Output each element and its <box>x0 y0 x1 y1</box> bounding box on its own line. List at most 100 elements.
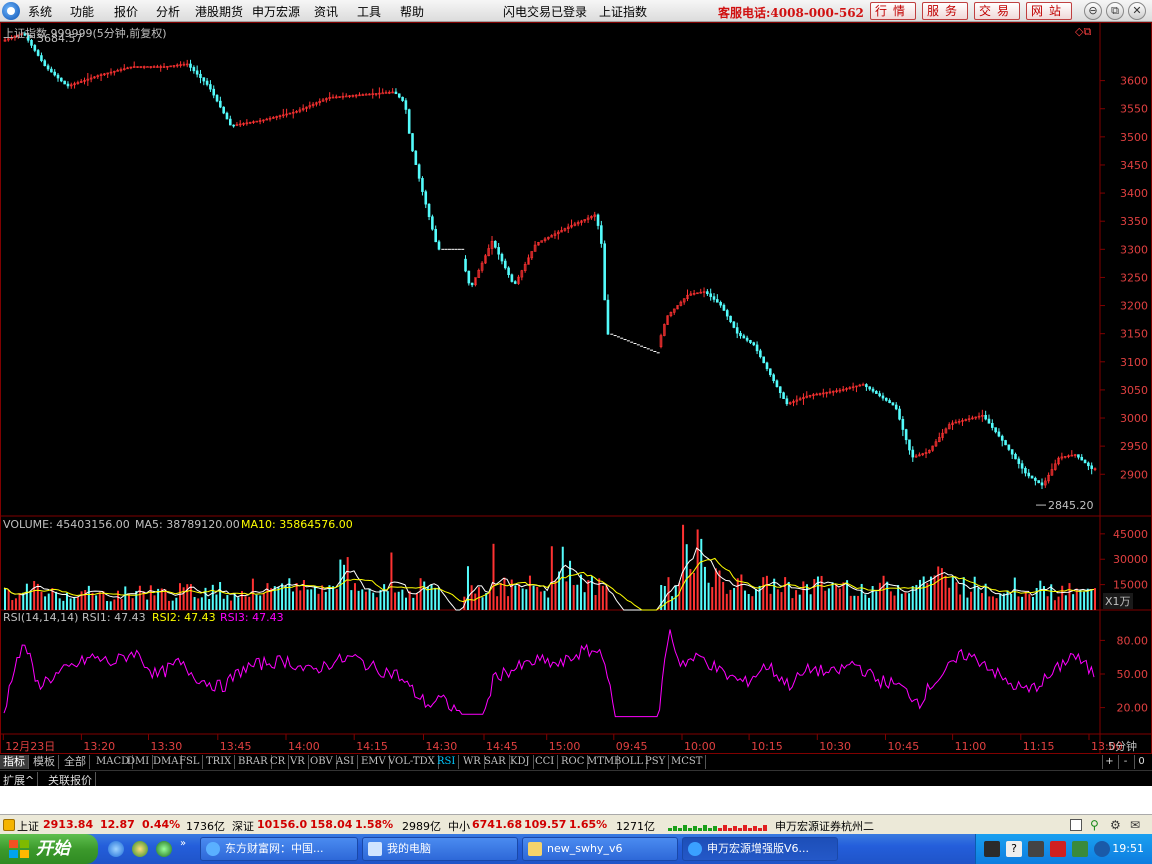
price-tick-label: 3500 <box>1120 131 1148 144</box>
menu-system[interactable]: 系统 <box>28 3 52 20</box>
price-tick-label: 3300 <box>1120 243 1148 256</box>
time-tick-label: 15:00 <box>549 740 581 753</box>
minimize-icon[interactable]: ⊖ <box>1084 2 1102 20</box>
volume-bar <box>1079 589 1082 610</box>
menu-function[interactable]: 功能 <box>70 3 94 20</box>
app-tray-icon[interactable] <box>1028 841 1044 857</box>
volume-bar <box>299 590 302 610</box>
volume-bar <box>76 597 79 610</box>
tab-indicator[interactable]: 指标 <box>0 755 29 769</box>
task-folder[interactable]: new_swhy_v6 <box>522 837 678 861</box>
menu-hk-futures[interactable]: 港股期货 <box>195 3 243 20</box>
candle-down <box>33 45 37 51</box>
breadth-bar <box>673 826 677 831</box>
tab-fsl[interactable]: FSL <box>176 755 204 769</box>
close-icon[interactable]: ✕ <box>1128 2 1146 20</box>
reset-indicator-button[interactable]: 0 <box>1134 755 1148 769</box>
remove-indicator-button[interactable]: - <box>1118 755 1132 769</box>
volume-bar <box>940 568 943 610</box>
candle-down <box>878 393 881 397</box>
breadth-bar <box>688 828 692 831</box>
tab-cr[interactable]: CR <box>267 755 290 769</box>
menu-tools[interactable]: 工具 <box>357 3 381 20</box>
candle-down <box>765 362 769 370</box>
volume-bar <box>197 598 200 610</box>
service-button[interactable]: 服务 <box>922 2 968 20</box>
volume-bar <box>951 576 954 610</box>
volume-bar <box>164 589 167 610</box>
volume-bar <box>955 582 958 610</box>
tab-vr[interactable]: VR <box>287 755 309 769</box>
candle-down <box>431 216 434 230</box>
settings-icon[interactable]: ⚙ <box>1110 818 1121 832</box>
volume-bar <box>583 592 586 610</box>
ie-quicklaunch-icon[interactable] <box>108 841 124 857</box>
time-tick-label: 11:15 <box>1023 740 1055 753</box>
volume-bar <box>1083 591 1086 610</box>
candle-down <box>778 386 782 393</box>
mail-icon[interactable]: ✉ <box>1130 818 1140 832</box>
volume-bar <box>204 587 207 610</box>
task-my-computer[interactable]: 我的电脑 <box>362 837 518 861</box>
restore-icon[interactable]: ⧉ <box>1106 2 1124 20</box>
volume-bar <box>776 589 779 610</box>
rsi-line <box>3 629 1095 718</box>
volume-ma5: MA5: 38789120.00 <box>135 518 240 531</box>
volume-bar <box>539 591 542 610</box>
volume-bar <box>313 585 316 610</box>
kline-chart[interactable]: 3600 3550 3500 3450 3400 3350 3300 3250 3200 3150… <box>0 22 1152 754</box>
tab-dmi[interactable]: DMI <box>124 755 154 769</box>
security-tray-icon[interactable] <box>1050 841 1066 857</box>
volume-bar <box>284 585 287 610</box>
website-button[interactable]: 网站 <box>1026 2 1072 20</box>
app-quicklaunch-icon[interactable] <box>156 841 172 857</box>
period-label[interactable]: 5分钟 <box>1108 738 1137 754</box>
chart-area[interactable]: 3600 3550 3500 3450 3400 3350 3300 3250 3200 3150… <box>0 22 1152 754</box>
volume-bar <box>189 584 192 610</box>
trade-button[interactable]: 交易 <box>974 2 1020 20</box>
add-indicator-button[interactable]: + <box>1102 755 1116 769</box>
volume-bar <box>485 593 488 610</box>
keyboard-icon[interactable] <box>984 841 1000 857</box>
tab-asi[interactable]: ASI <box>333 755 359 769</box>
quicklaunch-more-icon[interactable]: » <box>180 838 186 849</box>
volume-bar <box>802 581 805 610</box>
volume-bar <box>780 592 783 610</box>
signal-icon[interactable]: ⚲ <box>1090 818 1099 832</box>
layout-icon[interactable] <box>1070 819 1082 831</box>
task-eastmoney[interactable]: 东方财富网：中国... <box>200 837 358 861</box>
help-icon[interactable]: ? <box>1006 841 1022 857</box>
menu-quote[interactable]: 报价 <box>114 3 138 20</box>
tab-sar[interactable]: SAR <box>481 755 510 769</box>
tab-rsi[interactable]: RSI <box>434 755 460 769</box>
volume-bar <box>361 589 364 610</box>
warning-icon[interactable] <box>3 819 15 831</box>
candle-down <box>742 335 746 339</box>
market-button[interactable]: 行情 <box>870 2 916 20</box>
shield-tray-icon[interactable] <box>1094 841 1110 857</box>
volume-bar <box>933 575 936 610</box>
task-swhy-app[interactable]: 申万宏源增强版V6... <box>682 837 838 861</box>
volume-bar <box>29 591 32 610</box>
tab-trix[interactable]: TRIX <box>203 755 236 769</box>
tab-psy[interactable]: PSY <box>642 755 670 769</box>
breadth-bar <box>728 828 732 831</box>
tab-cci[interactable]: CCI <box>532 755 559 769</box>
tab-vol-tdx[interactable]: VOL-TDX <box>385 755 439 769</box>
flash-trade-status[interactable]: 闪电交易已登录 <box>503 3 587 20</box>
volume-bar <box>1046 596 1049 610</box>
tab-template[interactable]: 模板 <box>30 755 59 769</box>
candle-down <box>212 88 216 96</box>
tab-mcst[interactable]: MCST <box>668 755 707 769</box>
chart-options-icon[interactable]: ◇⧉ <box>1075 25 1091 39</box>
tab-kdj[interactable]: KDJ <box>507 755 534 769</box>
menu-swhy[interactable]: 申万宏源 <box>252 3 300 20</box>
menu-help[interactable]: 帮助 <box>400 3 424 20</box>
menu-news[interactable]: 资讯 <box>314 3 338 20</box>
tab-all[interactable]: 全部 <box>61 755 90 769</box>
menu-analysis[interactable]: 分析 <box>156 3 180 20</box>
network-tray-icon[interactable] <box>1072 841 1088 857</box>
volume-bar <box>401 589 404 610</box>
start-button[interactable]: 开始 <box>0 834 98 864</box>
ie-alt-quicklaunch-icon[interactable] <box>132 841 148 857</box>
